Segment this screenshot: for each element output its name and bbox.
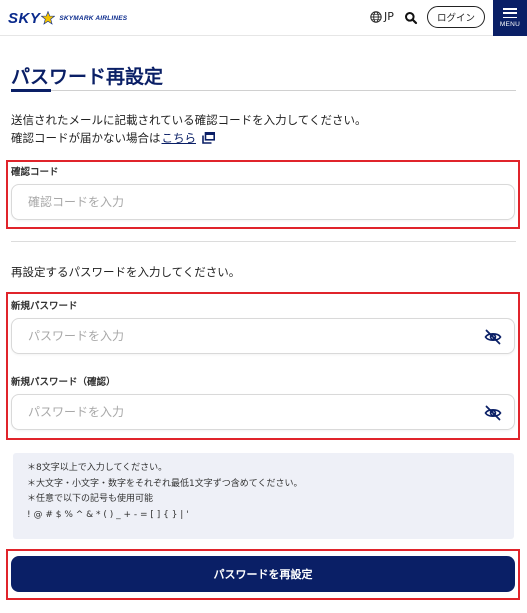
password-instruction: 再設定するパスワードを入力してください。 xyxy=(11,265,241,279)
language-label: JP xyxy=(384,10,394,23)
eye-slash-icon[interactable] xyxy=(484,329,502,345)
new-password-label: 新規パスワード xyxy=(11,301,78,312)
skymark-logo[interactable]: SKY SKYMARK AIRLINES xyxy=(8,8,127,28)
resend-text: 確認コードが届かない場合は こちら xyxy=(11,130,215,146)
title-accent-bar xyxy=(11,89,51,92)
page-title: パスワード再設定 xyxy=(11,66,164,88)
search-icon xyxy=(405,12,418,25)
language-selector[interactable]: JP xyxy=(370,10,394,23)
search-button[interactable] xyxy=(404,10,418,25)
rule-symbols-note: ＊任意で以下の記号も使用可能 xyxy=(27,494,154,504)
login-button[interactable]: ログイン xyxy=(427,6,485,28)
logo-wordmark: SKY xyxy=(8,9,41,27)
code-field-label: 確認コード xyxy=(11,167,59,178)
hamburger-icon xyxy=(503,8,517,18)
menu-button[interactable]: MENU xyxy=(493,0,527,36)
verification-code-input[interactable] xyxy=(12,185,514,219)
eye-slash-icon[interactable] xyxy=(484,405,502,421)
code-input-wrapper xyxy=(11,184,515,220)
globe-icon xyxy=(370,10,382,23)
logo-subtitle: SKYMARK AIRLINES xyxy=(59,14,128,22)
rule-symbols-list: ! @ # $ % ^ & * ( ) _ + - = [ ] { } | ' xyxy=(27,509,189,520)
new-password-wrapper xyxy=(11,318,515,354)
resend-prefix: 確認コードが届かない場合は xyxy=(11,131,161,145)
logo-star-icon xyxy=(41,11,56,25)
section-divider xyxy=(11,241,516,242)
password-rules-box: ＊8文字以上で入力してください。 ＊大文字・小文字・数字をそれぞれ最低1文字ずつ… xyxy=(13,453,514,539)
external-window-icon xyxy=(202,132,215,144)
intro-text: 送信されたメールに記載されている確認コードを入力してください。 xyxy=(11,113,367,127)
site-header: SKY SKYMARK AIRLINES JP ログイン MENU xyxy=(0,0,527,36)
resend-link[interactable]: こちら xyxy=(162,130,197,146)
title-divider xyxy=(11,90,516,91)
confirm-password-wrapper xyxy=(11,394,515,430)
rule-min-length: ＊8文字以上で入力してください。 xyxy=(27,463,168,473)
reset-password-button[interactable]: パスワードを再設定 xyxy=(11,556,515,592)
confirm-password-input[interactable] xyxy=(12,395,514,429)
rule-character-types: ＊大文字・小文字・数字をそれぞれ最低1文字ずつ含めてください。 xyxy=(27,478,303,489)
confirm-password-label: 新規パスワード（確認） xyxy=(11,377,116,388)
menu-label: MENU xyxy=(499,21,521,28)
new-password-input[interactable] xyxy=(12,319,514,353)
